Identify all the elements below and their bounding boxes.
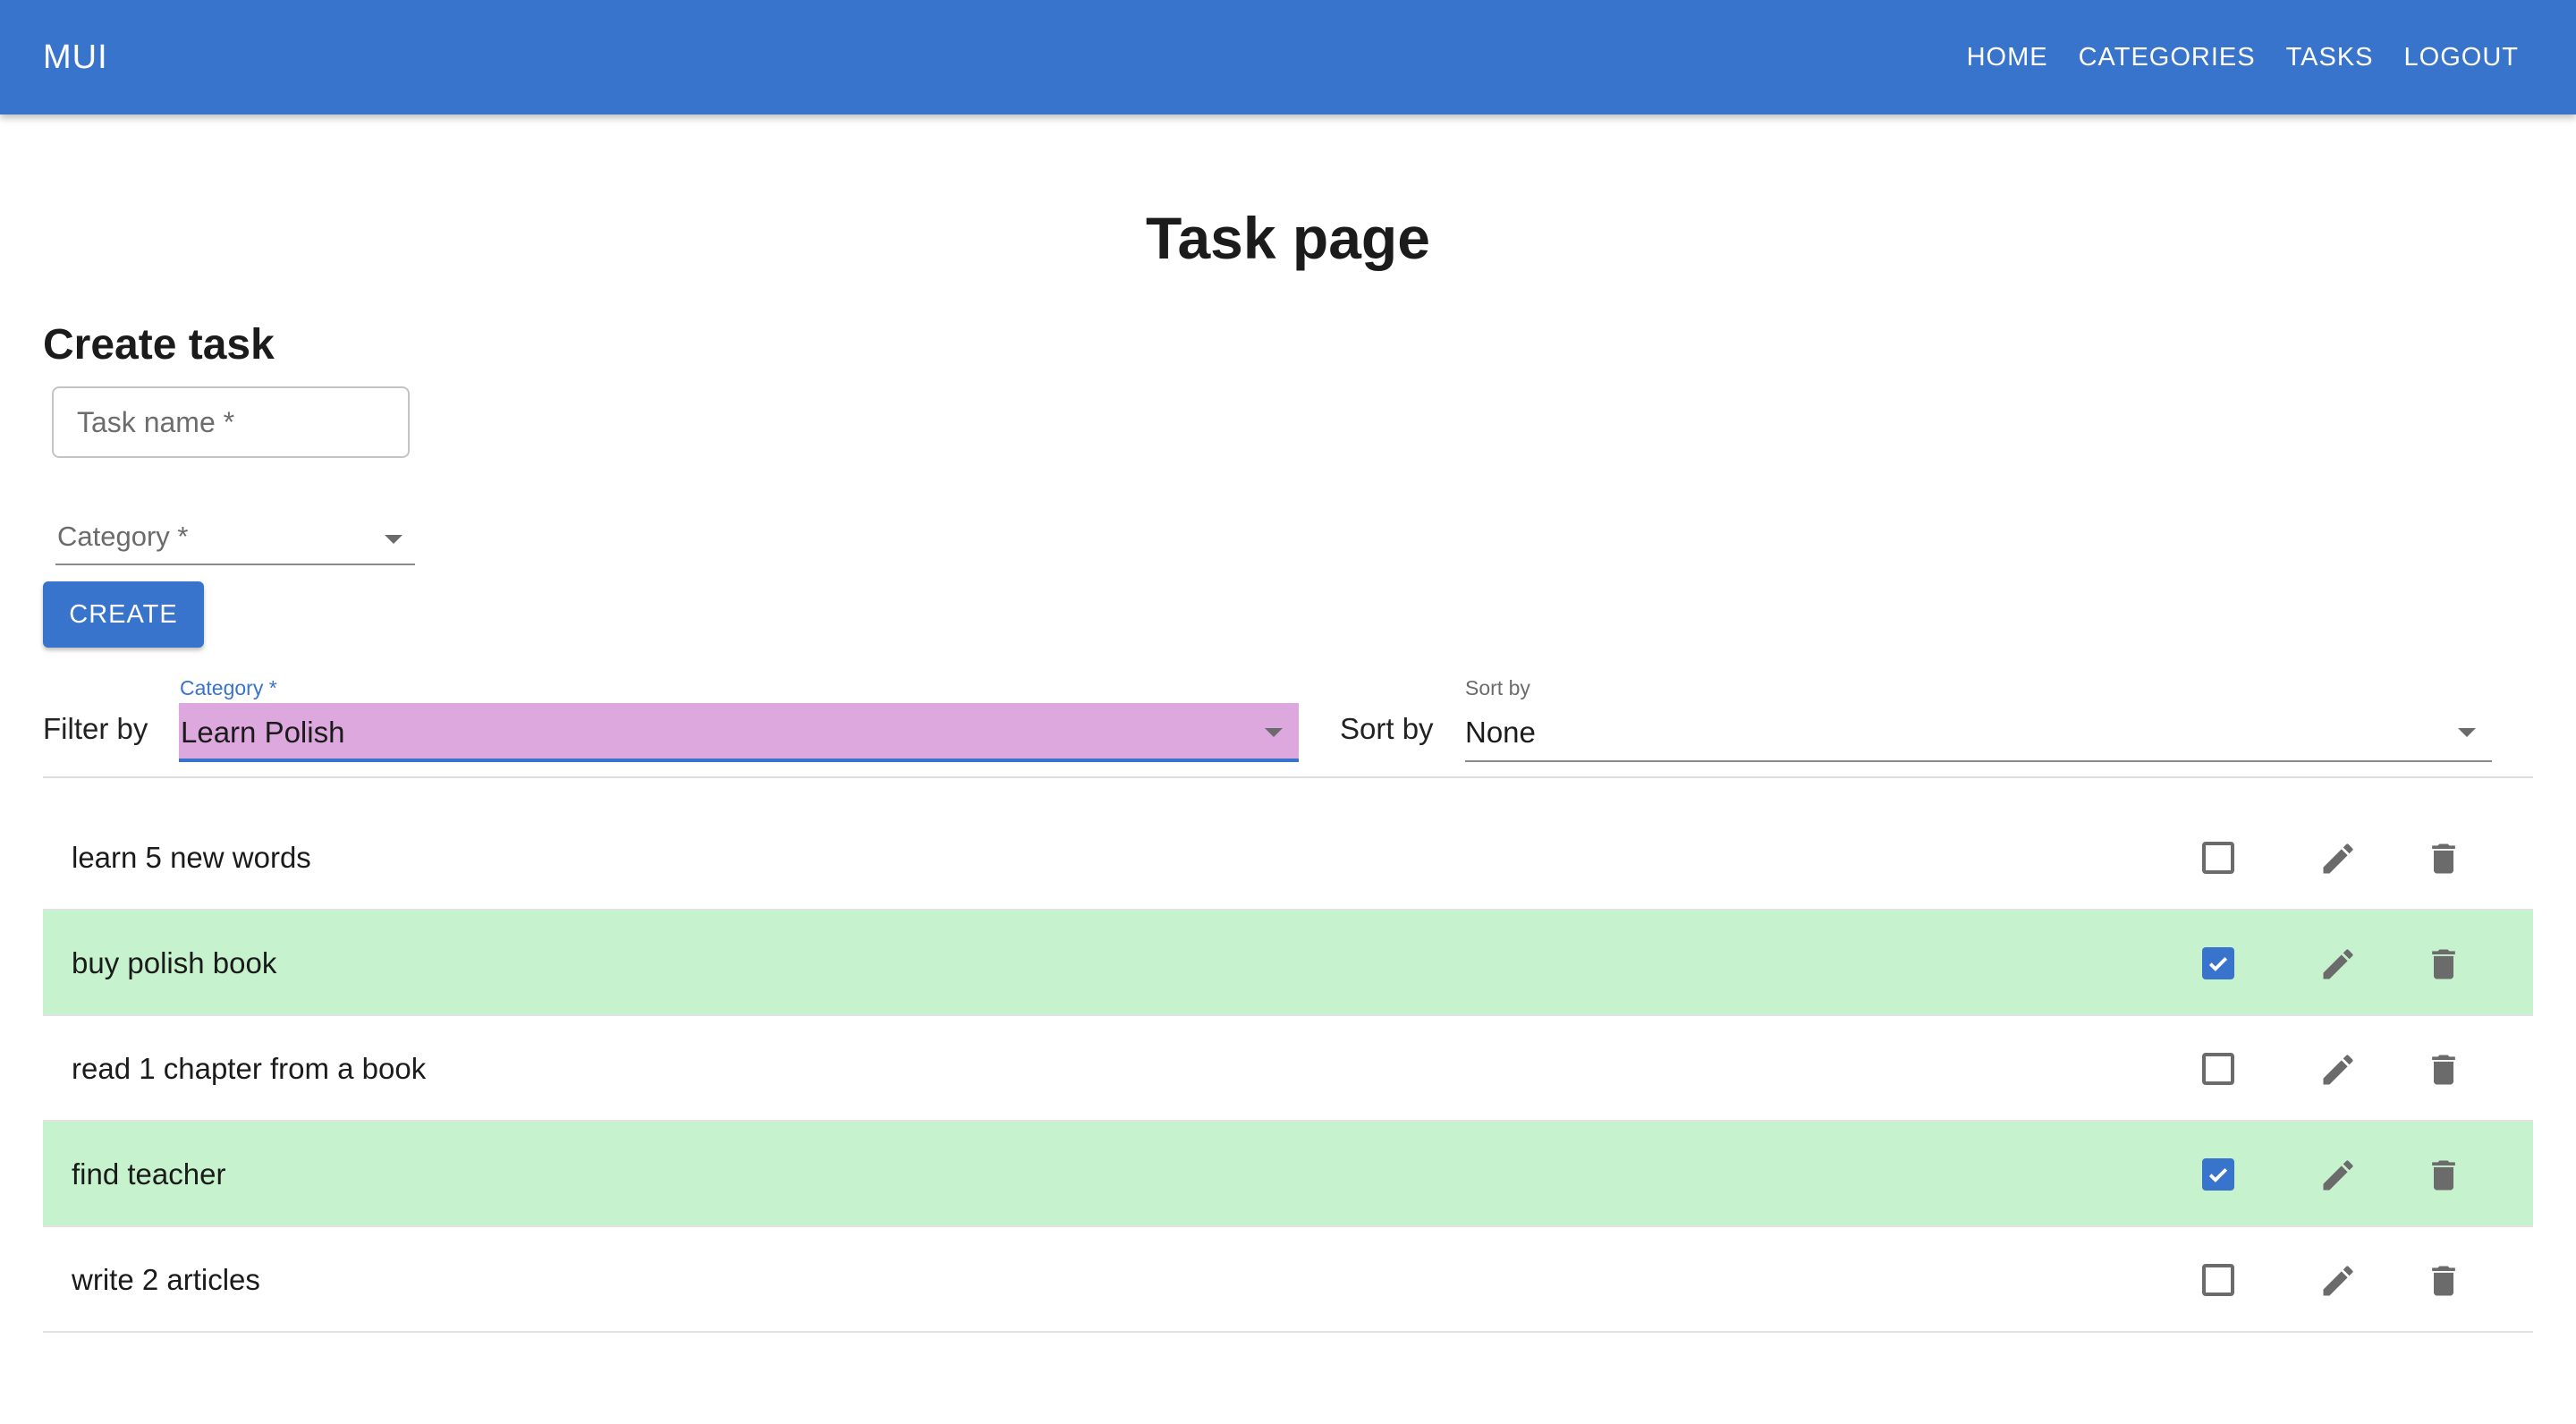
filter-category-floating-label: Category * <box>180 676 277 699</box>
task-name: write 2 articles <box>72 1263 260 1296</box>
nav-categories[interactable]: CATEGORIES <box>2063 43 2271 72</box>
delete-icon[interactable] <box>2424 839 2463 878</box>
sort-value: None <box>1465 716 1536 749</box>
task-name: read 1 chapter from a book <box>72 1052 427 1085</box>
edit-icon[interactable] <box>2318 1261 2358 1301</box>
task-name-input[interactable] <box>52 386 410 458</box>
filter-category-select[interactable]: Learn Polish <box>179 703 1299 762</box>
task-done-checkbox[interactable] <box>2202 842 2234 874</box>
edit-icon[interactable] <box>2318 1156 2358 1195</box>
nav-logout[interactable]: LOGOUT <box>2389 43 2533 72</box>
task-done-checkbox[interactable] <box>2202 1053 2234 1085</box>
task-row: find teacher <box>43 1122 2533 1227</box>
task-name: learn 5 new words <box>72 841 311 874</box>
sort-by-label: Sort by <box>1340 712 1434 745</box>
task-list: learn 5 new words buy polish book read 1… <box>43 805 2533 1333</box>
delete-icon[interactable] <box>2424 1156 2463 1195</box>
brand-logo[interactable]: MUI <box>43 38 108 77</box>
task-row: write 2 articles <box>43 1227 2533 1333</box>
check-icon <box>2208 1168 2228 1182</box>
task-name: buy polish book <box>72 946 277 979</box>
app-bar: MUI HOME CATEGORIES TASKS LOGOUT <box>0 0 2576 114</box>
check-icon <box>2208 957 2228 971</box>
task-done-checkbox[interactable] <box>2202 947 2234 979</box>
task-row: read 1 chapter from a book <box>43 1016 2533 1122</box>
delete-icon[interactable] <box>2424 945 2463 984</box>
task-name: find teacher <box>72 1157 226 1191</box>
create-button[interactable]: CREATE <box>43 581 204 648</box>
chevron-down-icon <box>1265 728 1283 737</box>
chevron-down-icon <box>2458 728 2476 737</box>
top-nav: HOME CATEGORIES TASKS LOGOUT <box>1952 0 2533 114</box>
sort-select[interactable]: None <box>1465 703 2492 762</box>
nav-tasks[interactable]: TASKS <box>2271 43 2389 72</box>
task-done-checkbox[interactable] <box>2202 1158 2234 1191</box>
page-title: Task page <box>1146 205 1430 271</box>
delete-icon[interactable] <box>2424 1050 2463 1089</box>
task-done-checkbox[interactable] <box>2202 1264 2234 1296</box>
delete-icon[interactable] <box>2424 1261 2463 1301</box>
filter-category-value: Learn Polish <box>181 716 345 749</box>
filter-by-label: Filter by <box>43 712 148 745</box>
edit-icon[interactable] <box>2318 1050 2358 1089</box>
create-category-label: Category * <box>57 521 189 552</box>
create-category-select[interactable]: Category * <box>55 508 415 565</box>
edit-icon[interactable] <box>2318 945 2358 984</box>
task-row: learn 5 new words <box>43 805 2533 911</box>
create-task-heading: Create task <box>43 321 275 369</box>
divider <box>43 776 2533 778</box>
nav-home[interactable]: HOME <box>1952 43 2063 72</box>
edit-icon[interactable] <box>2318 839 2358 878</box>
sort-floating-label: Sort by <box>1465 676 1530 699</box>
chevron-down-icon <box>385 535 402 544</box>
task-row: buy polish book <box>43 911 2533 1016</box>
